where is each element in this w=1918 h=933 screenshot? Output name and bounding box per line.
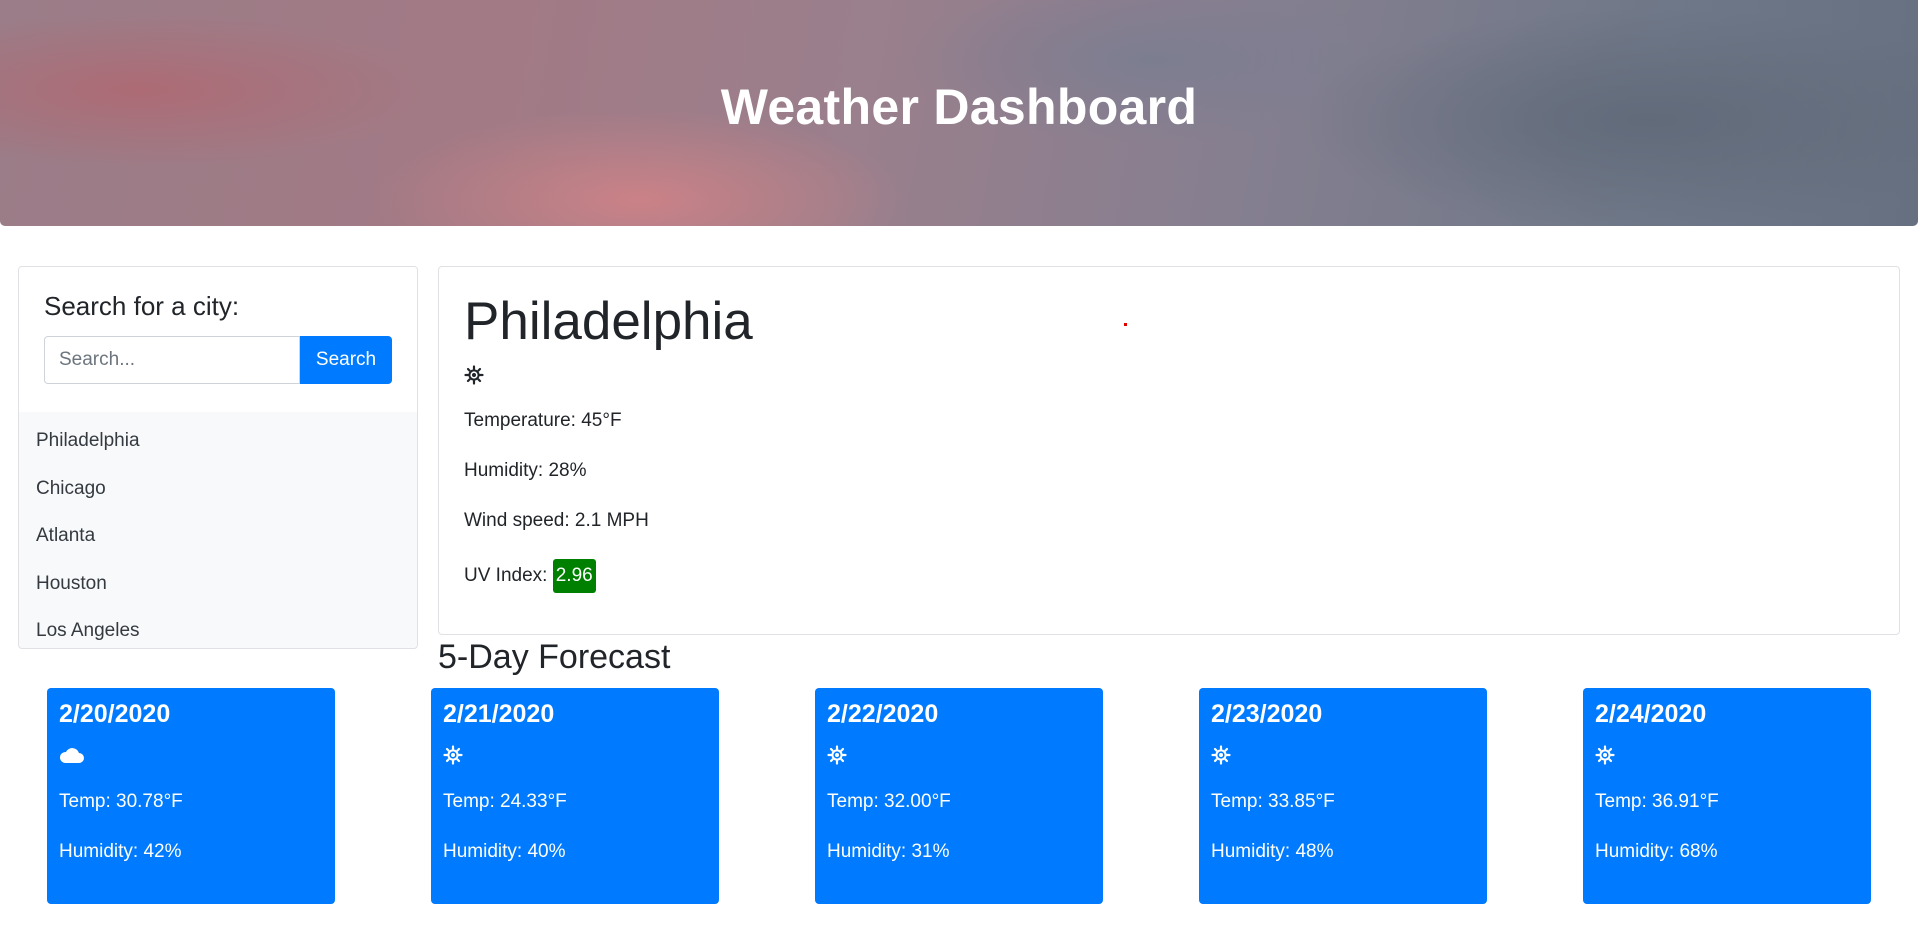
forecast-icon-row	[59, 745, 323, 771]
search-history-list: Philadelphia Chicago Atlanta Houston Los…	[19, 412, 417, 648]
forecast-date: 2/23/2020	[1211, 700, 1323, 728]
forecast-temp: Temp: 36.91°F	[1595, 791, 1719, 812]
uv-label: UV Index:	[464, 565, 548, 587]
sun-icon	[464, 365, 484, 385]
cloud-icon	[59, 748, 84, 763]
forecast-temp: Temp: 30.78°F	[59, 791, 183, 812]
city-item-philadelphia[interactable]: Philadelphia	[19, 417, 417, 465]
forecast-temp: Temp: 32.00°F	[827, 791, 951, 812]
forecast-card: 2/22/2020 Temp: 32.00°F Humidity: 31%	[815, 688, 1103, 904]
forecast-date: 2/21/2020	[443, 700, 555, 728]
current-weather-card: Philadelphia Temperature: 45°F Humidity:…	[438, 266, 1900, 635]
city-item-chicago[interactable]: Chicago	[19, 465, 417, 513]
current-icon-row	[464, 365, 1874, 389]
forecast-card: 2/23/2020 Temp: 33.85°F Humidity: 48%	[1199, 688, 1487, 904]
current-wind-speed: Wind speed: 2.1 MPH	[464, 510, 649, 532]
forecast-icon-row	[1595, 745, 1859, 771]
forecast-card: 2/20/2020 Temp: 30.78°F Humidity: 42%	[47, 688, 335, 904]
search-button[interactable]: Search	[300, 336, 392, 384]
forecast-humidity: Humidity: 31%	[827, 841, 950, 862]
current-temperature: Temperature: 45°F	[464, 410, 622, 432]
current-uv-row: UV Index: 2.96	[464, 559, 1874, 609]
forecast-card: 2/21/2020 Temp: 24.33°F Humidity: 40%	[431, 688, 719, 904]
forecast-temp: Temp: 24.33°F	[443, 791, 567, 812]
current-city-name: Philadelphia	[464, 292, 753, 351]
stray-dot	[1124, 323, 1127, 326]
forecast-temp: Temp: 33.85°F	[1211, 791, 1335, 812]
uv-index-badge: 2.96	[552, 559, 596, 594]
forecast-date: 2/22/2020	[827, 700, 939, 728]
forecast-card: 2/24/2020 Temp: 36.91°F Humidity: 68%	[1583, 688, 1871, 904]
city-item-houston[interactable]: Houston	[19, 560, 417, 608]
forecast-humidity: Humidity: 48%	[1211, 841, 1334, 862]
sun-icon	[1211, 745, 1231, 765]
page-title: Weather Dashboard	[720, 79, 1198, 135]
forecast-humidity: Humidity: 68%	[1595, 841, 1718, 862]
forecast-icon-row	[1211, 745, 1475, 771]
current-humidity: Humidity: 28%	[464, 460, 587, 482]
sun-icon	[827, 745, 847, 765]
search-panel: Search for a city: Search Philadelphia C…	[18, 266, 418, 649]
forecast-icon-row	[443, 745, 707, 771]
forecast-date: 2/24/2020	[1595, 700, 1707, 728]
city-item-atlanta[interactable]: Atlanta	[19, 512, 417, 560]
hero-banner: Weather Dashboard	[0, 0, 1918, 226]
search-row: Search	[44, 336, 392, 384]
sun-icon	[443, 745, 463, 765]
forecast-title: 5-Day Forecast	[438, 638, 671, 676]
forecast-humidity: Humidity: 42%	[59, 841, 182, 862]
search-heading: Search for a city:	[44, 291, 240, 321]
forecast-icon-row	[827, 745, 1091, 771]
search-form: Search for a city: Search	[19, 267, 417, 412]
forecast-humidity: Humidity: 40%	[443, 841, 566, 862]
sun-icon	[1595, 745, 1615, 765]
city-item-los-angeles[interactable]: Los Angeles	[19, 607, 417, 648]
forecast-date: 2/20/2020	[59, 700, 171, 728]
search-input[interactable]	[44, 336, 300, 384]
